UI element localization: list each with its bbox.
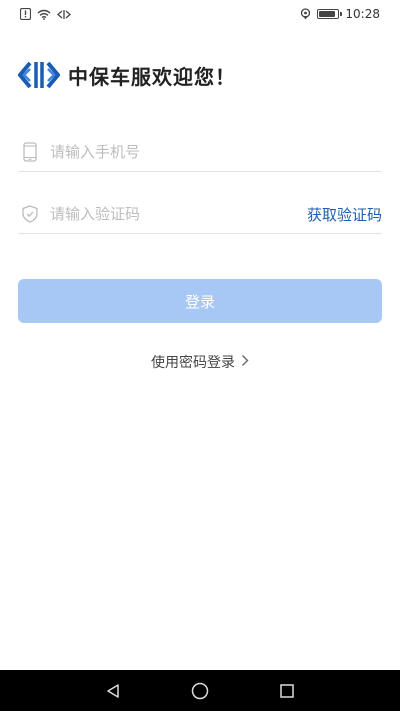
location-icon <box>300 8 311 20</box>
code-input[interactable] <box>50 205 307 223</box>
shield-icon <box>20 204 40 224</box>
chevron-right-icon <box>241 354 249 371</box>
back-icon[interactable] <box>105 683 121 699</box>
phone-icon <box>20 142 40 162</box>
password-login-link[interactable]: 使用密码登录 <box>0 352 400 372</box>
alert-icon <box>20 8 31 20</box>
home-icon[interactable] <box>191 682 209 700</box>
get-code-link[interactable]: 获取验证码 <box>307 204 382 225</box>
status-right: 10:28 <box>300 7 380 21</box>
clock: 10:28 <box>345 7 380 21</box>
brand-logo-icon <box>18 60 60 90</box>
login-button[interactable]: 登录 <box>18 279 382 323</box>
password-login-label: 使用密码登录 <box>151 355 235 371</box>
battery-icon <box>317 9 343 19</box>
battery-level <box>319 11 336 17</box>
status-bar: 10:28 <box>0 0 400 28</box>
code-field-row: 获取验证码 <box>18 195 382 234</box>
welcome-header: 中保车服欢迎您！ <box>18 60 236 90</box>
status-left <box>20 8 71 20</box>
wifi-icon <box>37 9 51 20</box>
system-nav-bar <box>0 670 400 711</box>
welcome-title: 中保车服欢迎您！ <box>68 64 236 89</box>
phone-field-row <box>18 133 382 172</box>
phone-input[interactable] <box>50 143 382 161</box>
recents-icon[interactable] <box>279 683 295 699</box>
data-icon <box>57 9 71 20</box>
